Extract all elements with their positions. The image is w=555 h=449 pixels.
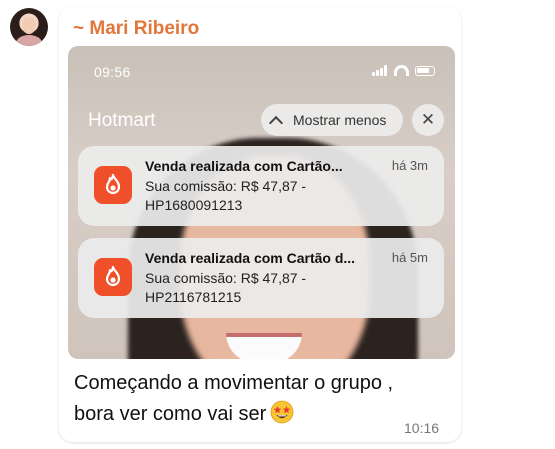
notification-time: há 3m xyxy=(391,158,428,173)
notification-order-id: HP2116781215 xyxy=(145,289,242,305)
notification-order-id: HP1680091213 xyxy=(145,197,243,213)
show-less-label: Mostrar menos xyxy=(293,112,387,128)
wifi-icon xyxy=(394,65,409,76)
chevron-up-icon xyxy=(268,115,284,130)
notification-time: há 5m xyxy=(391,250,428,265)
close-icon[interactable]: ✕ xyxy=(412,104,444,136)
sender-name[interactable]: ~ Mari Ribeiro xyxy=(73,18,199,40)
notification-body: Sua comissão: R$ 47,87 - xyxy=(145,270,307,286)
hotmart-flame-icon xyxy=(94,166,132,204)
notification-body: Sua comissão: R$ 47,87 - xyxy=(145,178,307,194)
signal-icon xyxy=(372,65,388,76)
message-timestamp: 10:16 xyxy=(404,420,440,436)
status-bar-icons xyxy=(372,65,435,76)
avatar-face xyxy=(22,17,36,34)
notification-card[interactable]: Venda realizada com Cartão... há 3m Sua … xyxy=(78,146,444,226)
photo-smile xyxy=(226,333,302,359)
message-text-line1: Começando a movimentar o grupo , xyxy=(74,372,394,394)
chat-view: ~ Mari Ribeiro 09:56 Hotmart Mostrar men… xyxy=(0,0,555,449)
message-text-line2-wrap: bora ver como vai ser xyxy=(74,399,454,430)
avatar[interactable] xyxy=(10,8,48,46)
star-struck-emoji-icon xyxy=(270,400,294,424)
battery-icon xyxy=(415,65,435,76)
attached-screenshot[interactable]: 09:56 Hotmart Mostrar menos ✕ Venda real… xyxy=(68,46,455,359)
hotmart-flame-icon xyxy=(94,258,132,296)
message-text: Começando a movimentar o grupo , bora ve… xyxy=(74,368,454,430)
status-bar-time: 09:56 xyxy=(94,64,131,80)
show-less-button[interactable]: Mostrar menos xyxy=(261,104,403,136)
avatar-shoulder xyxy=(16,35,42,46)
notification-app-name: Hotmart xyxy=(88,110,156,131)
notification-card[interactable]: Venda realizada com Cartão d... há 5m Su… xyxy=(78,238,444,318)
notification-title: Venda realizada com Cartão... xyxy=(145,158,343,174)
message-text-line2: bora ver como vai ser xyxy=(74,403,267,425)
notification-title: Venda realizada com Cartão d... xyxy=(145,250,356,266)
